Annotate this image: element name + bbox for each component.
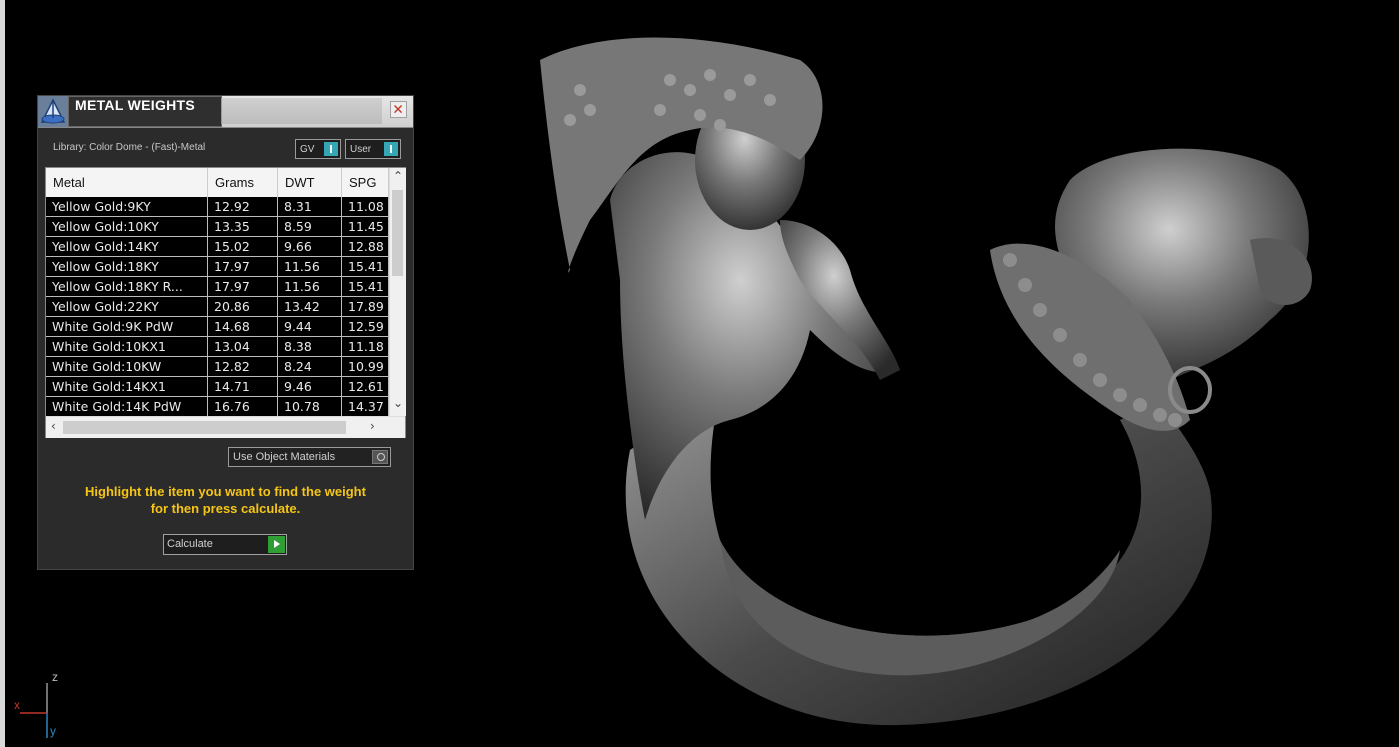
metal-weights-panel: METAL WEIGHTS Library: Color Dome - (Fas… <box>37 95 414 570</box>
play-icon <box>268 536 285 553</box>
cell-metal: Yellow Gold:22KY <box>46 297 208 317</box>
vertical-scroll-thumb[interactable] <box>392 190 403 276</box>
column-header-metal[interactable]: Metal <box>46 168 208 197</box>
table-row[interactable]: White Gold:14KX1 14.71 9.46 12.61 <box>46 377 389 397</box>
axis-y-label: y <box>50 724 56 738</box>
close-icon[interactable] <box>390 101 407 118</box>
cell-metal: Yellow Gold:18KY <box>46 257 208 277</box>
column-header-dwt[interactable]: DWT <box>278 168 342 197</box>
cell-spg: 12.59 <box>342 317 389 337</box>
axis-z-label: z <box>52 670 58 684</box>
scroll-down-icon[interactable]: ⌄ <box>393 396 403 410</box>
gv-toggle[interactable]: GV <box>295 139 341 159</box>
cell-metal: White Gold:9K PdW <box>46 317 208 337</box>
cell-dwt: 13.42 <box>278 297 342 317</box>
cell-dwt: 9.66 <box>278 237 342 257</box>
cell-metal: Yellow Gold:9KY <box>46 197 208 217</box>
user-toggle-label: User <box>350 144 372 155</box>
instruction-text: Highlight the item you want to find the … <box>38 483 413 517</box>
radio-icon <box>372 450 388 464</box>
instruction-line-1: Highlight the item you want to find the … <box>85 484 366 499</box>
scroll-left-icon[interactable]: ‹ <box>51 419 56 433</box>
cell-spg: 11.08 <box>342 197 389 217</box>
panel-title: METAL WEIGHTS <box>75 97 196 113</box>
app-logo-icon <box>38 96 68 127</box>
toggle-switch-icon <box>384 142 398 156</box>
horizontal-scrollbar[interactable]: ‹ › <box>46 416 405 438</box>
cell-dwt: 9.44 <box>278 317 342 337</box>
cell-grams: 14.71 <box>208 377 278 397</box>
cell-metal: Yellow Gold:14KY <box>46 237 208 257</box>
cell-spg: 10.99 <box>342 357 389 377</box>
table-row[interactable]: White Gold:10KX1 13.04 8.38 11.18 <box>46 337 389 357</box>
axis-x-label: x <box>14 698 20 712</box>
panel-title-empty-tab <box>221 98 382 124</box>
cell-metal: Yellow Gold:10KY <box>46 217 208 237</box>
table-row[interactable]: White Gold:9K PdW 14.68 9.44 12.59 <box>46 317 389 337</box>
axis-gizmo: z x y <box>10 668 70 743</box>
table-row[interactable]: Yellow Gold:22KY 20.86 13.42 17.89 <box>46 297 389 317</box>
cell-dwt: 8.31 <box>278 197 342 217</box>
cell-grams: 17.97 <box>208 257 278 277</box>
cell-grams: 12.82 <box>208 357 278 377</box>
cell-grams: 12.92 <box>208 197 278 217</box>
table-row[interactable]: White Gold:10KW 12.82 8.24 10.99 <box>46 357 389 377</box>
calculate-button[interactable]: Calculate <box>163 534 287 555</box>
cell-grams: 15.02 <box>208 237 278 257</box>
user-toggle[interactable]: User <box>345 139 401 159</box>
cell-grams: 13.04 <box>208 337 278 357</box>
vertical-scrollbar[interactable]: ⌃ ⌄ <box>389 168 406 416</box>
cell-dwt: 8.59 <box>278 217 342 237</box>
panel-titlebar[interactable]: METAL WEIGHTS <box>38 96 413 128</box>
cell-dwt: 11.56 <box>278 277 342 297</box>
cell-spg: 12.88 <box>342 237 389 257</box>
toggle-switch-icon <box>324 142 338 156</box>
3d-viewport[interactable] <box>470 20 1370 740</box>
table-row[interactable]: White Gold:14K PdW 16.76 10.78 14.37 <box>46 397 389 416</box>
table-body: Yellow Gold:9KY 12.92 8.31 11.08 Yellow Gold… <box>46 197 389 416</box>
table-row[interactable]: Yellow Gold:14KY 15.02 9.66 12.88 <box>46 237 389 257</box>
cell-grams: 20.86 <box>208 297 278 317</box>
calculate-label: Calculate <box>167 538 213 550</box>
cell-metal: Yellow Gold:18KY R... <box>46 277 208 297</box>
scroll-right-icon[interactable]: › <box>370 419 375 433</box>
cell-spg: 11.18 <box>342 337 389 357</box>
instruction-line-2: for then press calculate. <box>150 501 301 516</box>
cell-grams: 17.97 <box>208 277 278 297</box>
cell-metal: White Gold:14K PdW <box>46 397 208 416</box>
metal-table: Metal Grams DWT SPG Yellow Gold:9KY 12.92… <box>45 167 406 438</box>
cell-spg: 14.37 <box>342 397 389 416</box>
cell-grams: 16.76 <box>208 397 278 416</box>
cell-metal: White Gold:14KX1 <box>46 377 208 397</box>
viewport-left-border <box>0 0 5 747</box>
cell-spg: 15.41 <box>342 277 389 297</box>
cell-dwt: 8.24 <box>278 357 342 377</box>
table-row[interactable]: Yellow Gold:18KY R... 17.97 11.56 15.41 <box>46 277 389 297</box>
cell-spg: 11.45 <box>342 217 389 237</box>
column-header-spg[interactable]: SPG <box>342 168 389 197</box>
cell-metal: White Gold:10KX1 <box>46 337 208 357</box>
table-row[interactable]: Yellow Gold:10KY 13.35 8.59 11.45 <box>46 217 389 237</box>
cell-spg: 12.61 <box>342 377 389 397</box>
cell-metal: White Gold:10KW <box>46 357 208 377</box>
cell-dwt: 10.78 <box>278 397 342 416</box>
gv-toggle-label: GV <box>300 144 315 155</box>
library-label: Library: Color Dome - (Fast)-Metal <box>53 142 206 153</box>
cell-dwt: 9.46 <box>278 377 342 397</box>
use-object-materials-label: Use Object Materials <box>233 451 336 463</box>
use-object-materials-checkbox[interactable]: Use Object Materials <box>228 447 391 467</box>
cell-grams: 14.68 <box>208 317 278 337</box>
horizontal-scroll-thumb[interactable] <box>63 421 346 434</box>
table-header: Metal Grams DWT SPG <box>46 168 389 197</box>
table-row[interactable]: Yellow Gold:9KY 12.92 8.31 11.08 <box>46 197 389 217</box>
cell-dwt: 11.56 <box>278 257 342 277</box>
column-header-grams[interactable]: Grams <box>208 168 278 197</box>
ring-3d-model <box>540 37 1312 726</box>
cell-grams: 13.35 <box>208 217 278 237</box>
cell-spg: 17.89 <box>342 297 389 317</box>
cell-dwt: 8.38 <box>278 337 342 357</box>
table-row[interactable]: Yellow Gold:18KY 17.97 11.56 15.41 <box>46 257 389 277</box>
cell-spg: 15.41 <box>342 257 389 277</box>
scroll-up-icon[interactable]: ⌃ <box>393 169 403 183</box>
